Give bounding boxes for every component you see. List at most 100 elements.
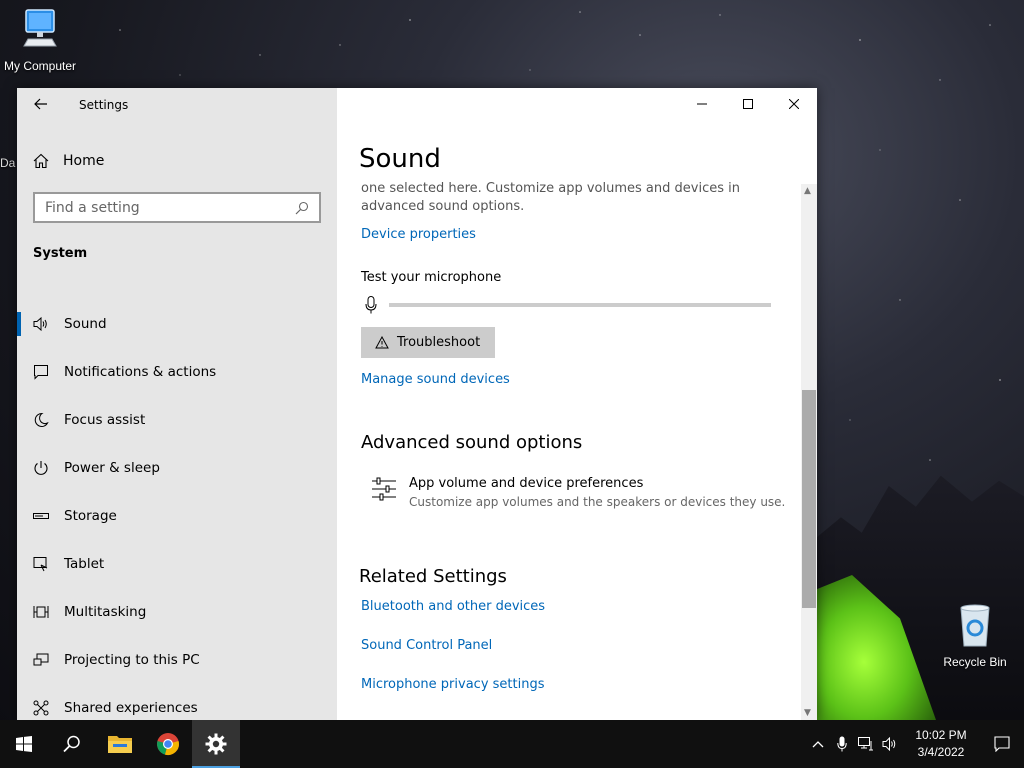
desktop-icon-my-computer[interactable]: My Computer [0, 8, 80, 73]
volume-tray-button[interactable] [878, 720, 902, 768]
power-icon [33, 460, 49, 476]
scroll-down-icon[interactable]: ▼ [804, 708, 811, 718]
search-input[interactable] [45, 199, 295, 216]
storage-icon [33, 508, 49, 524]
minimize-button[interactable] [679, 88, 725, 120]
arrow-left-icon [34, 98, 47, 110]
settings-window: Settings Home System Sound [17, 88, 817, 720]
action-center-button[interactable] [980, 720, 1024, 768]
page-title: Sound [359, 144, 441, 174]
home-label: Home [63, 153, 105, 169]
chevron-up-icon [812, 741, 824, 748]
notification-icon [33, 364, 49, 380]
app-volume-title: App volume and device preferences [409, 476, 644, 491]
sidebar-nav: Sound Notifications & actions Focus assi… [17, 300, 337, 720]
sidebar-item-shared-experiences[interactable]: Shared experiences [17, 684, 337, 720]
window-controls [679, 88, 817, 120]
scroll-up-icon[interactable]: ▲ [804, 186, 811, 196]
recycle-bin-icon [935, 604, 1015, 651]
taskbar-search-button[interactable] [48, 720, 96, 768]
chrome-button[interactable] [144, 720, 192, 768]
clock[interactable]: 10:02 PM 3/4/2022 [902, 727, 980, 761]
back-button[interactable] [31, 94, 51, 114]
warning-icon [375, 336, 389, 349]
microphone-icon [365, 296, 377, 314]
computer-icon [0, 8, 80, 55]
volume-icon [882, 737, 896, 751]
window-title: Settings [79, 98, 129, 112]
find-setting-search[interactable] [33, 192, 321, 223]
related-settings-heading: Related Settings [359, 566, 507, 587]
sidebar-item-label: Projecting to this PC [64, 652, 200, 668]
close-icon [789, 99, 799, 109]
clock-time: 10:02 PM [915, 728, 967, 742]
sidebar-item-storage[interactable]: Storage [17, 492, 337, 540]
app-volume-preferences-item[interactable]: App volume and device preferences Custom… [371, 476, 785, 509]
troubleshoot-button[interactable]: Troubleshoot [361, 327, 495, 358]
home-icon [33, 153, 49, 169]
sidebar-item-notifications[interactable]: Notifications & actions [17, 348, 337, 396]
content-scroll-area: one selected here. Customize app volumes… [337, 180, 801, 720]
desktop-icon-label: Recycle Bin [943, 655, 1007, 669]
taskbar: 10:02 PM 3/4/2022 [0, 720, 1024, 768]
desktop-icon-recycle-bin[interactable]: Recycle Bin [935, 604, 1015, 669]
test-microphone-label: Test your microphone [361, 270, 502, 285]
moon-icon [33, 412, 49, 428]
sidebar-item-focus-assist[interactable]: Focus assist [17, 396, 337, 444]
speaker-icon [33, 316, 49, 332]
microphone-tray-button[interactable] [830, 720, 854, 768]
close-button[interactable] [771, 88, 817, 120]
desktop-icon-label: My Computer [3, 59, 77, 73]
settings-taskbar-button[interactable] [192, 720, 240, 768]
vertical-scrollbar[interactable]: ▲ ▼ [801, 184, 817, 720]
projecting-icon [33, 652, 49, 668]
system-tray: 10:02 PM 3/4/2022 [806, 720, 1024, 768]
file-explorer-button[interactable] [96, 720, 144, 768]
sidebar-item-projecting[interactable]: Projecting to this PC [17, 636, 337, 684]
chrome-icon [157, 733, 179, 755]
file-explorer-icon [108, 736, 132, 753]
multitasking-icon [33, 604, 49, 620]
microphone-privacy-link[interactable]: Microphone privacy settings [361, 677, 545, 692]
network-icon [858, 737, 873, 751]
sound-control-panel-link[interactable]: Sound Control Panel [361, 638, 492, 653]
sidebar-item-tablet[interactable]: Tablet [17, 540, 337, 588]
maximize-button[interactable] [725, 88, 771, 120]
start-icon [16, 736, 32, 752]
home-nav-item[interactable]: Home [33, 150, 323, 172]
clock-date: 3/4/2022 [917, 745, 965, 759]
troubleshoot-label: Troubleshoot [397, 335, 481, 350]
device-properties-link[interactable]: Device properties [361, 227, 476, 242]
maximize-icon [743, 99, 753, 109]
microphone-level-bar [389, 303, 771, 307]
search-icon [63, 735, 80, 753]
app-volume-description: Customize app volumes and the speakers o… [409, 495, 786, 509]
start-button[interactable] [0, 720, 48, 768]
desktop-partial-label: Da [0, 156, 16, 170]
manage-sound-devices-link[interactable]: Manage sound devices [361, 372, 510, 387]
microphone-level-row [365, 296, 771, 314]
settings-sidebar: Settings Home System Sound [17, 88, 337, 720]
sidebar-item-label: Focus assist [64, 412, 146, 428]
bluetooth-devices-link[interactable]: Bluetooth and other devices [361, 599, 545, 614]
minimize-icon [697, 103, 707, 105]
sidebar-item-power-sleep[interactable]: Power & sleep [17, 444, 337, 492]
sidebar-item-sound[interactable]: Sound [17, 300, 337, 348]
sidebar-item-label: Shared experiences [64, 700, 198, 716]
shared-icon [33, 700, 49, 716]
sidebar-item-label: Multitasking [64, 604, 147, 620]
sidebar-item-multitasking[interactable]: Multitasking [17, 588, 337, 636]
sidebar-item-label: Notifications & actions [64, 364, 217, 380]
sound-description: one selected here. Customize app volumes… [361, 181, 740, 214]
microphone-icon [837, 736, 847, 752]
settings-content: Sound one selected here. Customize app v… [337, 88, 817, 720]
sidebar-item-label: Tablet [64, 556, 105, 572]
scrollbar-thumb[interactable] [802, 390, 816, 608]
section-label-system: System [33, 246, 88, 261]
search-icon [295, 201, 309, 214]
sidebar-item-label: Sound [64, 316, 107, 332]
show-hidden-icons-button[interactable] [806, 720, 830, 768]
network-tray-button[interactable] [854, 720, 878, 768]
sidebar-item-label: Storage [64, 508, 117, 524]
tablet-icon [33, 556, 49, 572]
